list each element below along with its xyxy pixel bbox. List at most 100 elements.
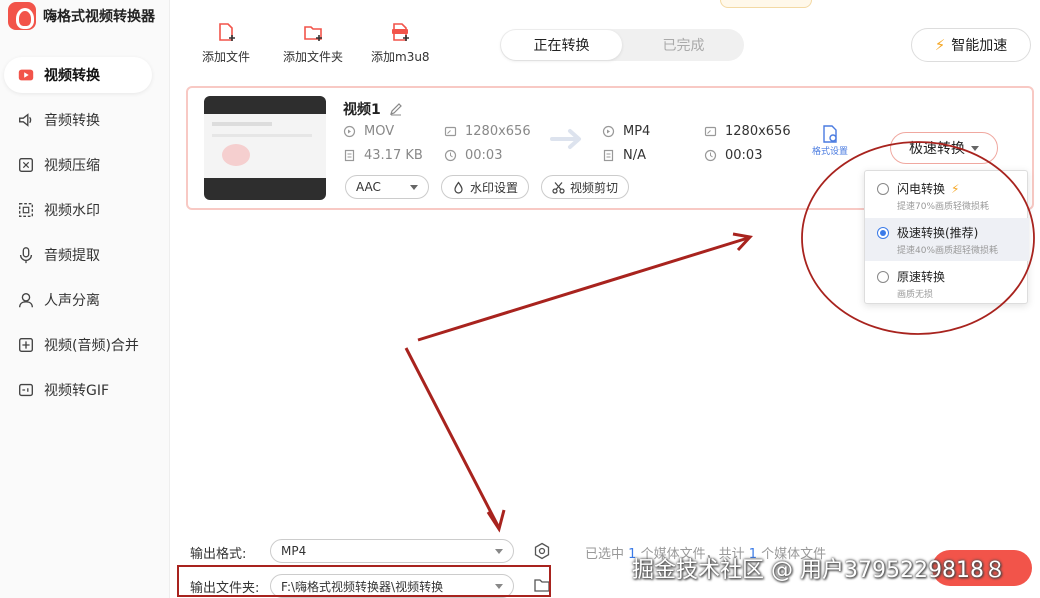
file-name-text: 视频1 — [343, 102, 381, 118]
add-m3u8-icon — [392, 23, 410, 41]
audio-codec-select[interactable]: AAC — [345, 175, 429, 199]
smart-accel-button[interactable]: ⚡ 智能加速 — [911, 28, 1031, 62]
video-thumbnail[interactable] — [204, 96, 326, 200]
clock-icon — [444, 149, 457, 162]
sidebar-item-video-to-gif[interactable]: 视频转GIF — [4, 372, 152, 408]
sidebar: 嗨格式视频转换器 视频转换 音频转换 视频压缩 视频水印 音频提取 人声分离 视… — [0, 0, 170, 598]
file-size-icon — [344, 149, 355, 162]
file-name: 视频1 — [343, 99, 403, 119]
output-folder-select[interactable]: F:\嗨格式视频转换器\视频转换 — [270, 574, 514, 598]
conversion-mode-menu: 闪电转换 ⚡ 提速70%画质轻微损耗 极速转换(推荐) 提速40%画质超轻微损耗 … — [864, 170, 1029, 305]
audio-icon — [16, 110, 36, 130]
resolution-icon — [444, 126, 457, 137]
sidebar-item-audio-convert[interactable]: 音频转换 — [4, 102, 152, 138]
mode-option-label: 闪电转换 — [897, 182, 946, 196]
open-folder-button[interactable] — [532, 575, 552, 595]
edit-icon[interactable] — [389, 102, 403, 116]
watermark-settings-button[interactable]: 水印设置 — [441, 175, 530, 199]
app-logo-icon — [8, 2, 36, 30]
mode-option-original[interactable]: 原速转换 画质无损 — [865, 262, 1029, 305]
format-settings-button[interactable]: 格式设置 — [812, 124, 848, 157]
sidebar-item-video-convert[interactable]: 视频转换 — [4, 57, 152, 93]
watermark-text: 掘金技术社区 @ 用户3795229818８ — [632, 558, 1006, 583]
thumbnail-line — [212, 134, 312, 137]
format-icon — [343, 125, 356, 138]
annotation-arrow-down — [404, 347, 500, 527]
source-duration-text: 00:03 — [465, 148, 503, 163]
format-settings-label: 格式设置 — [812, 147, 849, 157]
mode-option-desc: 提速40%画质超轻微损耗 — [897, 246, 999, 256]
sidebar-item-voice-separate[interactable]: 人声分离 — [4, 282, 152, 318]
sidebar-item-label: 视频转GIF — [44, 383, 110, 399]
compress-icon — [16, 155, 36, 175]
output-folder-path: F:\嗨格式视频转换器\视频转换 — [281, 579, 444, 594]
mode-option-speed[interactable]: 极速转换(推荐) 提速40%画质超轻微损耗 — [865, 218, 1029, 261]
radio-button-selected[interactable] — [877, 227, 889, 239]
target-size-text: N/A — [623, 148, 646, 163]
watermark-settings-label: 水印设置 — [470, 180, 519, 195]
source-duration: 00:03 — [444, 148, 502, 163]
sidebar-item-audio-extract[interactable]: 音频提取 — [4, 237, 152, 273]
add-m3u8-button[interactable]: 添加m3u8 — [371, 22, 430, 65]
annotation-arrowhead-down — [486, 509, 506, 533]
sidebar-item-merge[interactable]: 视频(音频)合并 — [4, 327, 152, 363]
output-format-value: MP4 — [281, 544, 307, 558]
video-cut-label: 视频剪切 — [570, 180, 619, 195]
thumbnail-blob — [222, 144, 250, 166]
clock-icon — [704, 149, 717, 162]
source-size-text: 43.17 KB — [364, 148, 423, 163]
source-resolution-text: 1280x656 — [465, 124, 531, 139]
add-folder-button[interactable]: 添加文件夹 — [283, 22, 343, 65]
format-settings-icon — [823, 125, 837, 143]
top-notice-tab[interactable] — [720, 0, 812, 8]
sidebar-item-label: 视频(音频)合并 — [44, 338, 139, 354]
mic-icon — [16, 245, 36, 265]
tab-converting[interactable]: 正在转换 — [501, 30, 622, 60]
add-file-label: 添加文件 — [202, 50, 251, 64]
output-format-select[interactable]: MP4 — [270, 539, 514, 563]
bolt-icon: ⚡ — [951, 181, 960, 196]
sidebar-item-label: 视频水印 — [44, 203, 100, 219]
source-resolution: 1280x656 — [444, 124, 531, 139]
folder-icon — [534, 579, 550, 592]
hex-gear-icon — [534, 542, 550, 560]
sidebar-item-label: 音频提取 — [44, 248, 100, 264]
conversion-mode-label: 极速转换 — [909, 141, 965, 157]
chevron-down-icon — [410, 184, 418, 190]
target-resolution-text: 1280x656 — [725, 124, 791, 139]
target-duration-text: 00:03 — [725, 148, 763, 163]
person-icon — [16, 290, 36, 310]
tab-completed[interactable]: 已完成 — [623, 29, 744, 61]
conversion-mode-button[interactable]: 极速转换 — [890, 132, 998, 164]
annotation-arrow-up — [417, 236, 749, 342]
target-duration: 00:03 — [704, 148, 762, 163]
mode-option-desc: 画质无损 — [897, 290, 934, 300]
add-folder-icon — [304, 26, 322, 41]
sidebar-item-video-compress[interactable]: 视频压缩 — [4, 147, 152, 183]
file-size-icon — [603, 149, 614, 162]
brand: 嗨格式视频转换器 — [8, 2, 155, 30]
convert-arrow-icon — [550, 129, 581, 149]
add-m3u8-label: 添加m3u8 — [371, 50, 430, 64]
sidebar-item-video-watermark[interactable]: 视频水印 — [4, 192, 152, 228]
audio-codec-value: AAC — [356, 180, 381, 194]
gif-icon — [16, 380, 36, 400]
output-folder-label: 输出文件夹: — [190, 581, 260, 596]
chevron-down-icon — [495, 549, 503, 554]
video-cut-button[interactable]: 视频剪切 — [541, 175, 630, 199]
source-format: MOV — [343, 124, 394, 139]
mode-option-title: 极速转换(推荐) — [897, 224, 978, 241]
thumbnail-frame — [204, 114, 326, 178]
merge-icon — [16, 335, 36, 355]
radio-button[interactable] — [877, 271, 889, 283]
mode-option-flash[interactable]: 闪电转换 ⚡ 提速70%画质轻微损耗 — [865, 174, 1029, 217]
status-tabs: 正在转换 已完成 — [500, 29, 744, 61]
radio-button[interactable] — [877, 183, 889, 195]
chevron-down-icon — [495, 584, 503, 589]
output-settings-button[interactable] — [532, 541, 552, 561]
sidebar-item-label: 视频转换 — [44, 68, 100, 84]
scissors-icon — [552, 181, 565, 194]
chevron-down-icon — [971, 145, 979, 151]
add-file-button[interactable]: 添加文件 — [202, 22, 250, 65]
format-icon — [602, 125, 615, 138]
